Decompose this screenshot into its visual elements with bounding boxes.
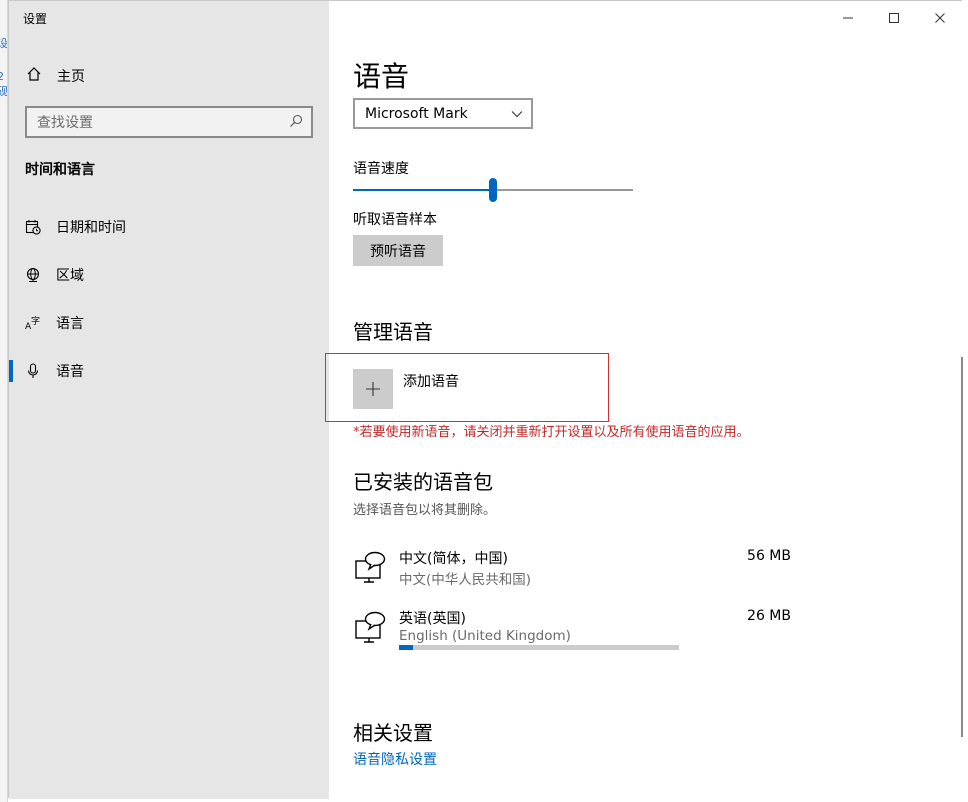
home-icon [26, 66, 42, 86]
speed-slider-fill [353, 189, 493, 191]
minimize-icon [843, 17, 853, 19]
svg-text:字: 字 [31, 315, 40, 327]
download-progress-bar [399, 645, 679, 650]
background-window-edge: i设 2砚 [0, 0, 8, 802]
background-window-fragment: 2砚 [0, 70, 7, 99]
maximize-button[interactable] [871, 5, 917, 31]
sidebar-item-date-time[interactable]: 日期和时间 [9, 209, 329, 245]
main-content: 语音 Microsoft Mark 语音速度 听取语音样本 预听语音 管理语音 … [325, 1, 963, 799]
sidebar-item-label: 语言 [56, 316, 84, 332]
app-title: 设置 [23, 12, 48, 26]
sidebar-item-language[interactable]: A字 语言 [9, 305, 329, 341]
sidebar: 设置 主页 查找设置 时间和语言 日期和时间 区域 A 字 语言 语音 [9, 1, 329, 799]
maximize-icon [889, 13, 899, 23]
language-icon: A字 [24, 315, 42, 331]
globe-icon [24, 267, 42, 283]
plus-icon [366, 382, 380, 396]
nav-home[interactable]: 主页 [9, 59, 329, 93]
voice-pack-name: 中文(简体，中国) [399, 551, 508, 567]
related-settings-heading: 相关设置 [353, 721, 433, 745]
speech-privacy-link[interactable]: 语音隐私设置 [353, 749, 437, 769]
voice-select-value: Microsoft Mark [365, 105, 468, 122]
nav-home-label: 主页 [57, 69, 85, 85]
manage-voices-heading: 管理语音 [353, 320, 433, 344]
add-voice-label[interactable]: 添加语音 [403, 371, 459, 391]
installed-packs-hint: 选择语音包以将其删除。 [353, 503, 497, 518]
preview-voice-button[interactable]: 预听语音 [353, 235, 443, 266]
download-progress-fill [399, 645, 413, 650]
speech-monitor-icon [355, 551, 386, 583]
speech-monitor-icon [355, 611, 386, 643]
settings-window: 设置 主页 查找设置 时间和语言 日期和时间 区域 A 字 语言 语音 语音 M… [8, 0, 963, 799]
scrollbar[interactable] [961, 357, 963, 737]
sidebar-section-heading: 时间和语言 [25, 162, 95, 178]
voice-pack-subtitle: 中文(中华人民共和国) [399, 572, 532, 588]
voice-pack-subtitle: English (United Kingdom) [399, 628, 571, 644]
background-window-fragment: i设 [0, 22, 7, 51]
search-placeholder: 查找设置 [37, 115, 93, 131]
speed-slider[interactable] [353, 178, 633, 202]
voice-pack-item[interactable]: 中文(简体，中国) 中文(中华人民共和国) 56 MB [353, 548, 793, 594]
speed-slider-thumb[interactable] [489, 178, 497, 202]
installed-packs-heading: 已安装的语音包 [353, 470, 493, 494]
speed-label: 语音速度 [353, 161, 409, 177]
add-voice-button[interactable] [353, 369, 393, 409]
chevron-down-icon [511, 110, 523, 117]
voice-pack-size: 56 MB [747, 548, 791, 564]
search-input[interactable]: 查找设置 [25, 106, 313, 138]
microphone-icon [24, 363, 42, 379]
page-title: 语音 [353, 60, 410, 93]
sample-label: 听取语音样本 [353, 212, 437, 228]
voice-pack-name: 英语(英国) [399, 611, 466, 627]
sidebar-item-region[interactable]: 区域 [9, 257, 329, 293]
minimize-button[interactable] [825, 5, 871, 31]
voice-select[interactable]: Microsoft Mark [353, 98, 533, 129]
close-icon [935, 13, 945, 23]
close-button[interactable] [917, 5, 963, 31]
calendar-clock-icon [24, 219, 42, 235]
sidebar-item-label: 区域 [56, 268, 84, 284]
sidebar-item-label: 语音 [56, 364, 84, 380]
search-icon [289, 113, 305, 132]
sidebar-item-label: 日期和时间 [56, 220, 126, 236]
restart-warning: *若要使用新语音，请关闭并重新打开设置以及所有使用语音的应用。 [353, 425, 750, 440]
sidebar-item-speech[interactable]: 语音 [9, 353, 329, 389]
voice-pack-size: 26 MB [747, 608, 791, 624]
